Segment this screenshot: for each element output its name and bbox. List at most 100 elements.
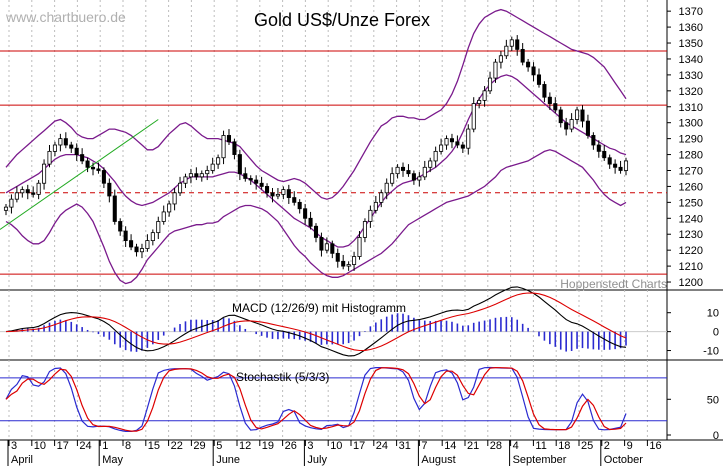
day-label: 7 — [421, 440, 427, 452]
candle-body — [275, 193, 280, 197]
candle-body — [118, 221, 123, 232]
price-tick-label: 1320 — [679, 86, 703, 98]
candle — [14, 186, 19, 203]
candle — [139, 243, 144, 259]
candle-body — [58, 138, 63, 146]
candle — [602, 145, 607, 161]
candle-body — [161, 211, 166, 222]
candle-body — [564, 122, 569, 130]
candle-body — [341, 260, 346, 267]
candle-body — [85, 160, 90, 168]
day-label: 16 — [649, 440, 661, 452]
candle — [526, 58, 531, 72]
candle-body — [156, 221, 161, 234]
candle-body — [553, 103, 558, 111]
candle — [118, 218, 123, 236]
candle-body — [449, 138, 454, 143]
candle-body — [384, 182, 389, 194]
day-label: 24 — [376, 440, 388, 452]
day-label: 2 — [604, 440, 610, 452]
month-label: June — [216, 454, 240, 466]
candle — [509, 36, 514, 51]
candle — [3, 203, 9, 216]
candle — [520, 43, 525, 66]
candle-body — [52, 144, 57, 152]
candle — [237, 149, 242, 181]
price-tick-label: 1340 — [679, 54, 703, 66]
candle-body — [47, 150, 52, 165]
day-label: 5 — [216, 440, 222, 452]
candle — [292, 191, 297, 206]
candle — [341, 254, 346, 270]
day-label: 8 — [125, 440, 131, 452]
price-tick-label: 1370 — [679, 6, 703, 18]
candle-body — [188, 173, 193, 178]
day-label: 4 — [513, 440, 519, 452]
month-label: July — [307, 454, 327, 466]
candle-body — [531, 66, 536, 76]
month-label: September — [513, 454, 567, 466]
chart-title: Gold US$/Unze Forex — [254, 10, 430, 30]
candle — [542, 81, 547, 102]
candle-body — [145, 240, 150, 249]
candle-body — [515, 39, 520, 50]
candle-body — [390, 173, 395, 184]
day-label: 28 — [490, 440, 502, 452]
month-label: April — [11, 454, 33, 466]
candle-body — [330, 243, 335, 254]
candle — [254, 175, 259, 190]
candle-body — [232, 141, 237, 155]
candle — [477, 97, 482, 109]
stochastic-tick-label: 50 — [707, 394, 719, 406]
candle — [580, 105, 585, 128]
candle-body — [123, 230, 128, 242]
price-tick-label: 1350 — [679, 38, 703, 50]
candle — [281, 186, 286, 200]
candle-body — [107, 182, 112, 197]
candle-body — [618, 166, 623, 171]
macd-tick-label: 10 — [707, 308, 719, 320]
candle-body — [623, 160, 629, 171]
candle — [433, 146, 438, 168]
candle — [161, 205, 166, 225]
candle-body — [243, 173, 248, 179]
candle — [172, 188, 177, 211]
candle — [36, 180, 41, 200]
day-label: 3 — [307, 440, 313, 452]
day-label: 18 — [558, 440, 570, 452]
macd-title: MACD (12/26/9) mit Histogramm — [232, 301, 406, 315]
month-label: October — [604, 454, 643, 466]
candle — [275, 188, 280, 200]
price-tick-label: 1230 — [679, 229, 703, 241]
candle — [216, 154, 221, 169]
candle-body — [460, 144, 465, 149]
candle — [25, 184, 30, 200]
candle-body — [406, 170, 411, 175]
candle-body — [379, 192, 384, 203]
day-label: 1 — [102, 440, 108, 452]
candle — [178, 176, 183, 196]
candle — [488, 71, 493, 95]
candle-body — [395, 166, 400, 175]
price-tick-label: 1260 — [679, 181, 703, 193]
candle-body — [313, 225, 319, 238]
candle-body — [36, 182, 41, 195]
candle — [52, 141, 57, 157]
candle-body — [433, 150, 438, 162]
candle-body — [422, 166, 427, 178]
candle-body — [591, 135, 596, 146]
candle-body — [504, 45, 509, 57]
macd-tick-label: -10 — [703, 346, 719, 358]
candle — [444, 135, 449, 150]
candle — [199, 170, 204, 182]
candle — [422, 160, 427, 181]
candle — [613, 159, 618, 174]
candle — [297, 199, 302, 214]
candle — [569, 113, 574, 133]
day-label: 12 — [239, 440, 251, 452]
candle — [194, 167, 199, 181]
candle — [243, 167, 248, 182]
candle-body — [96, 168, 101, 171]
price-tick-label: 1270 — [679, 165, 703, 177]
candle-body — [270, 192, 275, 197]
